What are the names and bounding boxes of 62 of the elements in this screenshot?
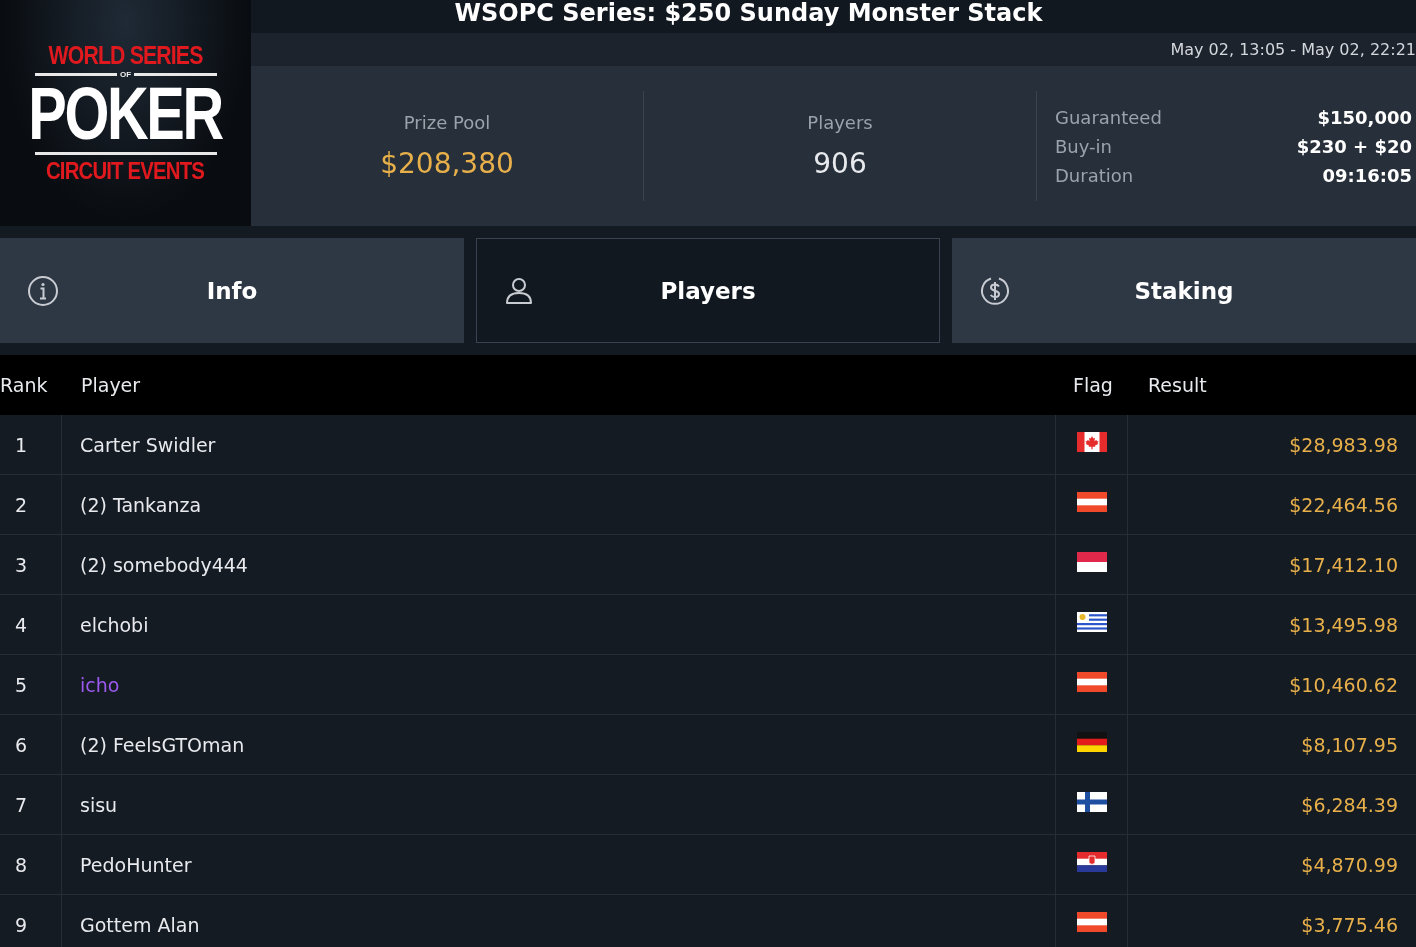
- rank-cell: 9: [15, 913, 28, 936]
- flag-icon: [1076, 671, 1107, 692]
- tab[interactable]: Staking: [952, 238, 1416, 343]
- player-name: PedoHunter: [80, 853, 192, 876]
- player-name: sisu: [80, 793, 118, 816]
- logo-text: CIRCUIT EVENTS: [46, 158, 205, 183]
- player-name: (2) somebody444: [80, 553, 248, 576]
- tournament-title: WSOPC Series: $250 Sunday Monster Stack: [454, 1, 1043, 29]
- flag-icon: [1076, 851, 1107, 872]
- player-name: elchobi: [80, 613, 149, 636]
- detail-value: 09:16:05: [1322, 164, 1412, 186]
- flag-icon: [1076, 611, 1107, 632]
- flag-icon: [1076, 911, 1107, 932]
- flag-icon: [1076, 731, 1107, 752]
- result-cell: $10,460.62: [1289, 673, 1398, 696]
- logo-text: WORLD SERIES: [48, 43, 203, 69]
- result-cell: $3,775.46: [1301, 913, 1398, 936]
- stat-label: Players: [807, 112, 873, 133]
- logo-text: OF: [119, 70, 132, 80]
- column-header: Result: [1147, 374, 1208, 396]
- flag-icon: [1076, 431, 1107, 452]
- result-cell: $22,464.56: [1289, 493, 1398, 516]
- result-cell: $6,284.39: [1301, 793, 1398, 816]
- rank-cell: 2: [15, 493, 28, 516]
- rank-cell: 3: [15, 553, 28, 576]
- result-cell: $4,870.99: [1301, 853, 1398, 876]
- stat-value: $208,380: [380, 147, 514, 180]
- rank-cell: 5: [15, 673, 28, 696]
- tab[interactable]: Players: [476, 238, 940, 343]
- player-name: Carter Swidler: [80, 433, 216, 456]
- rank-cell: 7: [15, 793, 28, 816]
- rank-cell: 8: [15, 853, 28, 876]
- result-cell: $28,983.98: [1289, 433, 1398, 456]
- rank-cell: 4: [15, 613, 28, 636]
- stat-label: Prize Pool: [403, 112, 491, 133]
- detail-value: $230 + $20: [1296, 135, 1412, 157]
- player-name: Gottem Alan: [80, 913, 200, 936]
- tab[interactable]: Info: [0, 238, 464, 343]
- detail-value: $150,000: [1317, 106, 1412, 128]
- player-name: icho: [80, 673, 120, 696]
- flag-icon: [1076, 551, 1107, 572]
- date-range: May 02, 13:05 - May 02, 22:21: [1170, 40, 1416, 59]
- logo-text: POKER: [28, 79, 223, 150]
- column-header: Player: [80, 374, 142, 396]
- flag-icon: [1076, 791, 1107, 812]
- stat-value: 906: [813, 147, 867, 180]
- result-cell: $8,107.95: [1301, 733, 1398, 756]
- detail-label: Duration: [1055, 164, 1134, 186]
- result-cell: $17,412.10: [1289, 553, 1398, 576]
- info-icon: [27, 275, 59, 307]
- detail-label: Guaranteed: [1055, 106, 1162, 128]
- flag-icon: [1076, 491, 1107, 512]
- player-name: (2) Tankanza: [80, 493, 202, 516]
- player-name: (2) FeelsGTOman: [80, 733, 245, 756]
- detail-label: Buy-in: [1055, 135, 1112, 157]
- person-icon: [503, 275, 535, 307]
- rank-cell: 1: [15, 433, 28, 456]
- column-header: Rank: [0, 374, 49, 396]
- result-cell: $13,495.98: [1289, 613, 1398, 636]
- column-header: Flag: [1072, 374, 1114, 396]
- dollar-icon: [979, 275, 1011, 307]
- rank-cell: 6: [15, 733, 28, 756]
